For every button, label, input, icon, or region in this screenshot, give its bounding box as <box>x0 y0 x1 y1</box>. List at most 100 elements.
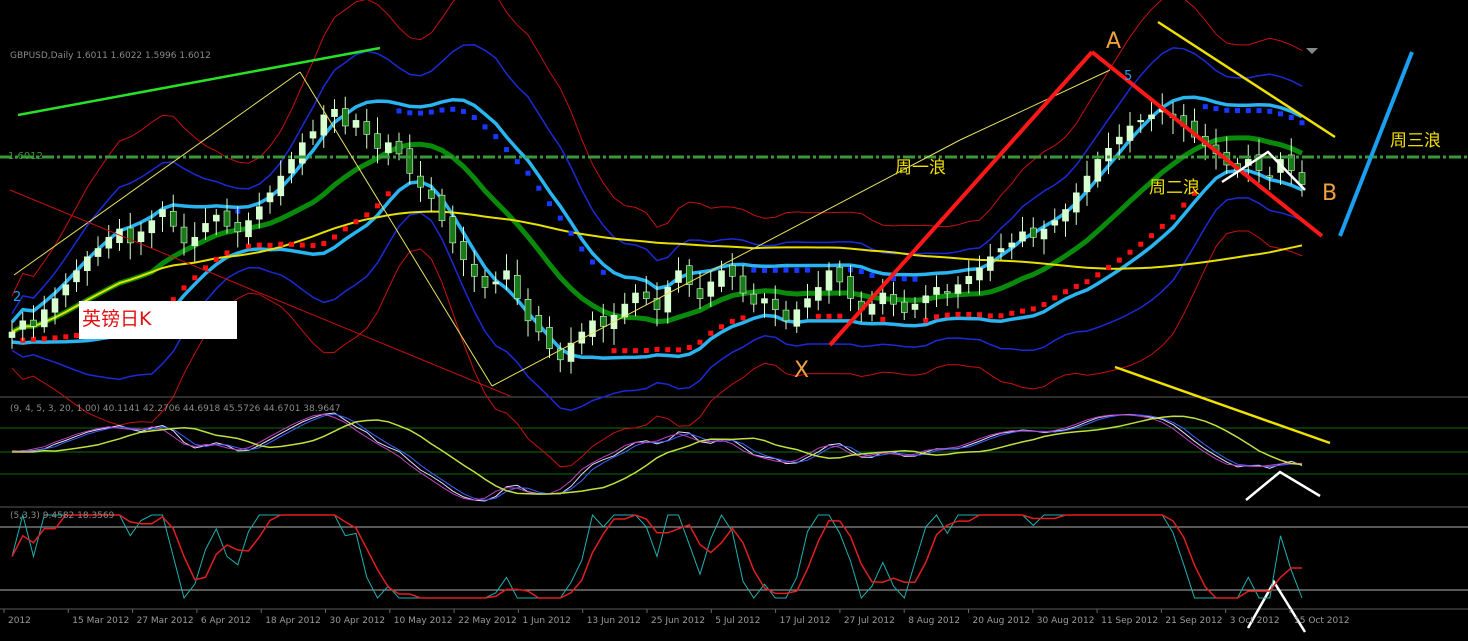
psar-dot <box>321 241 327 246</box>
psar-dot <box>364 212 370 218</box>
psar-dot <box>794 267 800 273</box>
psar-dot <box>493 134 499 140</box>
psar-dot <box>1256 108 1262 114</box>
candle-body <box>836 266 844 283</box>
chart-svg: 1.6012 GBPUSD,Daily 1.6011 1.6022 1.5996… <box>0 0 1468 637</box>
psar-dot <box>547 201 552 207</box>
candle-body <box>40 309 48 328</box>
candle-body <box>954 284 962 294</box>
candle-body <box>8 331 16 338</box>
psar-dot <box>1052 295 1058 301</box>
x-tick-label: 17 Jul 2012 <box>780 616 831 626</box>
candle-body <box>481 275 489 288</box>
psar-dot <box>858 269 864 274</box>
psar-dot <box>676 347 681 353</box>
candle-body <box>234 222 242 233</box>
psar-dot <box>224 250 230 256</box>
psar-dot <box>912 276 918 282</box>
candle-body <box>492 281 500 285</box>
x-tick-label: 3 Oct 2012 <box>1230 616 1280 626</box>
psar-dot <box>1095 272 1101 278</box>
candle-body <box>191 237 199 247</box>
candle-body <box>1073 192 1080 213</box>
candle-body <box>868 303 876 315</box>
psar-dot <box>1149 233 1154 239</box>
candle-body <box>632 292 639 304</box>
psar-dot <box>428 109 434 115</box>
psar-dot <box>471 115 477 120</box>
candle-body <box>976 267 983 281</box>
psar-dot <box>1288 115 1294 120</box>
candle-body <box>298 142 306 164</box>
indicator1-header: (9, 4, 5, 3, 20, 1.00) 40.1141 42.2706 4… <box>10 404 341 414</box>
psar-dot <box>74 333 79 338</box>
candle-body <box>965 275 973 284</box>
candle-body <box>352 120 360 128</box>
candle-body <box>1051 220 1059 226</box>
psar-dot <box>525 170 531 176</box>
candle-body <box>202 223 209 233</box>
candle-body <box>223 210 231 227</box>
psar-dot <box>1084 279 1090 285</box>
candle-body <box>1030 227 1037 238</box>
wave-label-2: 2 <box>13 290 21 305</box>
candle-body <box>1008 242 1016 248</box>
psar-dot <box>837 313 843 319</box>
candle-body <box>341 108 349 127</box>
psar-dot <box>1127 249 1133 255</box>
candle-body <box>825 270 833 291</box>
psar-dot <box>1278 111 1283 117</box>
candle-body <box>814 287 822 301</box>
psar-dot <box>579 246 585 252</box>
psar-dot <box>815 313 821 319</box>
psar-dot <box>278 241 284 247</box>
x-tick-label: 30 Aug 2012 <box>1037 616 1095 626</box>
psar-dot <box>880 316 886 322</box>
psar-dot <box>514 159 520 165</box>
candle-body <box>363 121 371 135</box>
candle-body <box>513 274 521 299</box>
psar-dot <box>708 330 714 336</box>
psar-dot <box>1138 241 1144 247</box>
candle-body <box>642 291 650 299</box>
psar-dot <box>181 285 187 291</box>
psar-dot <box>375 203 380 209</box>
candle-body <box>427 189 435 199</box>
x-tick-label: 10 May 2012 <box>394 616 453 626</box>
psar-dot <box>665 347 671 353</box>
psar-dot <box>611 348 617 354</box>
x-tick-label: 1 Jun 2012 <box>522 616 570 626</box>
candle-body <box>535 315 543 333</box>
candle-body <box>309 131 317 139</box>
candle-body <box>804 298 811 308</box>
psar-dot <box>1106 265 1111 271</box>
candle-body <box>417 175 424 188</box>
candle-body <box>19 320 27 330</box>
psar-dot <box>772 267 778 273</box>
x-tick-label: 15 Mar 2012 <box>72 616 129 626</box>
candle-body <box>664 287 672 313</box>
psar-dot <box>934 314 939 320</box>
candle-body <box>170 211 177 227</box>
candle-body <box>1137 120 1145 123</box>
candle-body <box>331 109 338 117</box>
candle-body <box>137 231 145 243</box>
candle-body <box>793 309 801 327</box>
x-tick-label: 27 Mar 2012 <box>137 616 194 626</box>
candle-body <box>1116 136 1123 145</box>
x-tick-label: 13 Jun 2012 <box>587 616 641 626</box>
psar-dot <box>396 108 402 114</box>
candle-body <box>599 315 607 327</box>
candle-body <box>94 248 102 257</box>
psar-dot <box>342 226 348 232</box>
candle-body <box>51 298 59 313</box>
candle-body <box>879 292 887 305</box>
x-tick-label: 25 Jun 2012 <box>651 616 705 626</box>
psar-dot <box>289 241 294 247</box>
psar-dot <box>643 348 649 353</box>
candle-body <box>1298 172 1306 185</box>
psar-dot <box>310 243 316 249</box>
psar-dot <box>955 311 961 317</box>
candle-body <box>728 264 736 277</box>
x-tick-label: 8 Aug 2012 <box>908 616 960 626</box>
